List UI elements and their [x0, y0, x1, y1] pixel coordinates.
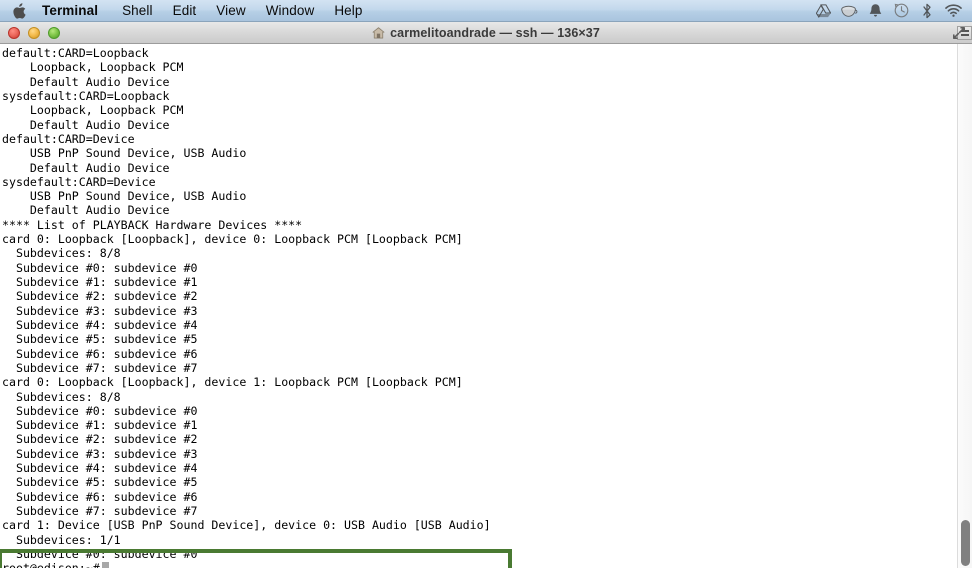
menu-bar: Terminal Shell Edit View Window Help — [0, 0, 972, 22]
terminal-line: Default Audio Device — [2, 117, 170, 132]
clock-icon[interactable] — [888, 0, 914, 22]
terminal-line: card 0: Loopback [Loopback], device 0: L… — [2, 232, 463, 247]
terminal-line: Subdevice #0: subdevice #0 — [2, 546, 198, 561]
apple-logo-icon[interactable] — [0, 0, 40, 21]
terminal-line: card 1: Device [USB PnP Sound Device], d… — [2, 518, 491, 533]
terminal-line: Subdevice #6: subdevice #6 — [2, 346, 198, 361]
shell-prompt-text: root@edison:~# — [2, 561, 100, 568]
terminal-line: Subdevices: 1/1 — [2, 532, 121, 547]
terminal-line: Subdevice #0: subdevice #0 — [2, 403, 198, 418]
menu-item-help[interactable]: Help — [324, 0, 372, 21]
terminal-line: sysdefault:CARD=Loopback — [2, 88, 170, 103]
terminal-line: Subdevice #2: subdevice #2 — [2, 289, 198, 304]
menu-item-window[interactable]: Window — [256, 0, 325, 21]
terminal-line: Default Audio Device — [2, 203, 170, 218]
terminal-line: Subdevice #1: subdevice #1 — [2, 418, 198, 433]
window-title: carmelitoandrade — ssh — 136×37 — [0, 26, 972, 40]
wifi-icon[interactable] — [940, 0, 966, 22]
bluetooth-icon[interactable] — [914, 0, 940, 22]
terminal-line: USB PnP Sound Device, USB Audio — [2, 189, 247, 204]
terminal-line: Subdevices: 8/8 — [2, 389, 121, 404]
menu-item-view[interactable]: View — [206, 0, 255, 21]
terminal-line: Subdevices: 8/8 — [2, 246, 121, 261]
terminal-line: Subdevice #5: subdevice #5 — [2, 332, 198, 347]
terminal-window-body[interactable]: default:CARD=Loopback Loopback, Loopback… — [0, 44, 972, 568]
terminal-line: Loopback, Loopback PCM — [2, 60, 184, 75]
close-button[interactable] — [8, 26, 20, 39]
terminal-line: Subdevice #3: subdevice #3 — [2, 303, 198, 318]
home-icon — [372, 26, 385, 39]
terminal-line: Subdevice #0: subdevice #0 — [2, 260, 198, 275]
menu-item-shell[interactable]: Shell — [112, 0, 163, 21]
google-drive-icon[interactable] — [810, 0, 836, 22]
bell-icon[interactable] — [862, 0, 888, 22]
menu-bar-status-area — [810, 0, 972, 21]
terminal-line: Default Audio Device — [2, 74, 170, 89]
terminal-line: Subdevice #7: subdevice #7 — [2, 504, 198, 518]
shell-prompt[interactable]: root@edison:~# — [0, 561, 950, 568]
window-title-bar[interactable]: carmelitoandrade — ssh — 136×37 — [0, 22, 972, 44]
terminal-line: Subdevice #7: subdevice #7 — [2, 360, 198, 375]
terminal-line: card 0: Loopback [Loopback], device 1: L… — [2, 375, 463, 390]
terminal-line: Default Audio Device — [2, 160, 170, 175]
terminal-line: sysdefault:CARD=Device — [2, 174, 156, 189]
terminal-line: Subdevice #1: subdevice #1 — [2, 275, 198, 289]
terminal-cursor — [101, 562, 109, 568]
terminal-line: **** List of PLAYBACK Hardware Devices *… — [2, 217, 303, 232]
window-title-text: carmelitoandrade — ssh — 136×37 — [390, 25, 600, 40]
terminal-line: Subdevice #2: subdevice #2 — [2, 432, 198, 447]
terminal-line: Subdevice #5: subdevice #5 — [2, 475, 198, 490]
fullscreen-arrows-icon[interactable] — [951, 25, 967, 41]
vertical-scrollbar[interactable] — [957, 44, 972, 568]
terminal-line: Loopback, Loopback PCM — [2, 103, 184, 118]
window-controls — [0, 26, 60, 39]
terminal-line: Subdevice #4: subdevice #4 — [2, 317, 198, 332]
menu-item-edit[interactable]: Edit — [163, 0, 207, 21]
terminal-line: USB PnP Sound Device, USB Audio — [2, 146, 247, 161]
terminal-line: default:CARD=Loopback — [2, 46, 149, 60]
terminal-output: default:CARD=Loopback Loopback, Loopback… — [0, 46, 950, 568]
terminal-line: Subdevice #3: subdevice #3 — [2, 446, 198, 461]
minimize-button[interactable] — [28, 26, 40, 39]
terminal-line: Subdevice #6: subdevice #6 — [2, 489, 198, 504]
scrollbar-thumb[interactable] — [961, 520, 970, 566]
terminal-line: Subdevice #4: subdevice #4 — [2, 461, 198, 476]
coffee-cup-icon[interactable] — [836, 0, 862, 22]
zoom-button[interactable] — [48, 26, 60, 39]
menu-item-terminal[interactable]: Terminal — [40, 0, 112, 21]
terminal-line: default:CARD=Device — [2, 131, 135, 146]
